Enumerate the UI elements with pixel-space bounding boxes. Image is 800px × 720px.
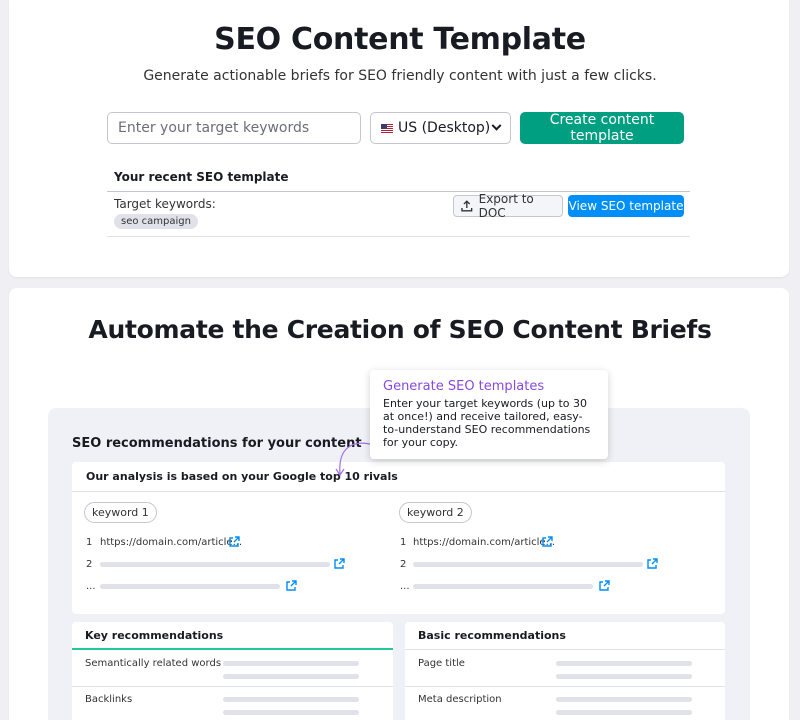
keyword-chip-1: keyword 1 xyxy=(84,502,157,523)
target-keywords-label: Target keywords: xyxy=(114,197,216,211)
export-doc-label: Export to DOC xyxy=(478,192,534,220)
country-select[interactable]: US (Desktop) xyxy=(370,112,511,144)
recommendation-item: Page title xyxy=(418,658,465,669)
view-template-button[interactable]: View SEO template xyxy=(568,195,684,217)
page-subtitle: Generate actionable briefs for SEO frien… xyxy=(143,68,657,84)
basic-recommendations-box: Basic recommendations Page title Meta de… xyxy=(405,622,725,720)
rival-url: https://domain.com/article... xyxy=(413,537,556,548)
external-link-icon[interactable] xyxy=(599,580,610,591)
placeholder-bar xyxy=(556,674,692,679)
rival-url: https://domain.com/article... xyxy=(100,537,243,548)
placeholder-bar xyxy=(556,661,692,666)
external-link-icon[interactable] xyxy=(229,536,240,547)
placeholder-bar xyxy=(556,710,692,715)
export-doc-button[interactable]: Export to DOC xyxy=(453,192,563,220)
external-link-icon[interactable] xyxy=(542,536,553,547)
external-link-icon[interactable] xyxy=(647,558,658,569)
page-title: SEO Content Template xyxy=(214,22,586,57)
row-number: ... xyxy=(400,581,410,592)
basic-recommendations-heading: Basic recommendations xyxy=(405,622,725,650)
divider xyxy=(72,686,393,687)
analysis-heading: Our analysis is based on your Google top… xyxy=(72,462,725,492)
keyword-tag: seo campaign xyxy=(114,214,198,229)
placeholder-bar xyxy=(413,584,593,589)
key-recommendations-box: Key recommendations Semantically related… xyxy=(72,622,393,720)
country-select-value: US (Desktop) xyxy=(398,120,491,136)
recent-template-row: Target keywords: seo campaign Export to … xyxy=(107,192,690,237)
placeholder-bar xyxy=(223,674,359,679)
key-recommendations-heading: Key recommendations xyxy=(72,622,393,650)
placeholder-bar xyxy=(223,710,359,715)
row-number: 2 xyxy=(400,559,407,570)
us-flag-icon xyxy=(381,123,393,133)
tooltip-title: Generate SEO templates xyxy=(383,379,545,394)
placeholder-bar xyxy=(100,562,330,567)
recent-template-heading: Your recent SEO template xyxy=(107,165,690,192)
row-number: 1 xyxy=(400,537,407,548)
row-number: 1 xyxy=(86,537,93,548)
recommendation-item: Meta description xyxy=(418,694,502,705)
row-number: 2 xyxy=(86,559,93,570)
placeholder-bar xyxy=(100,584,280,589)
external-link-icon[interactable] xyxy=(286,580,297,591)
row-number: ... xyxy=(86,581,96,592)
placeholder-bar xyxy=(223,697,359,702)
external-link-icon[interactable] xyxy=(334,558,345,569)
keyword-chip-2: keyword 2 xyxy=(399,502,472,523)
placeholder-bar xyxy=(223,661,359,666)
promo-title: Automate the Creation of SEO Content Bri… xyxy=(88,315,712,344)
recommendation-item: Semantically related words xyxy=(85,658,222,669)
placeholder-bar xyxy=(413,562,643,567)
create-template-button[interactable]: Create content template xyxy=(520,112,684,144)
tooltip-arrow-icon xyxy=(335,442,371,477)
tooltip-text: Enter your target keywords (up to 30 at … xyxy=(383,397,591,449)
analysis-box: Our analysis is based on your Google top… xyxy=(72,462,725,614)
chevron-down-icon xyxy=(491,120,502,131)
tooltip: Generate SEO templates Enter your target… xyxy=(370,370,608,459)
upload-icon xyxy=(461,200,473,212)
divider xyxy=(405,686,725,687)
keyword-input[interactable] xyxy=(107,112,361,144)
preview-title: SEO recommendations for your content xyxy=(72,436,362,451)
placeholder-bar xyxy=(556,697,692,702)
recommendation-item: Backlinks xyxy=(85,694,133,705)
